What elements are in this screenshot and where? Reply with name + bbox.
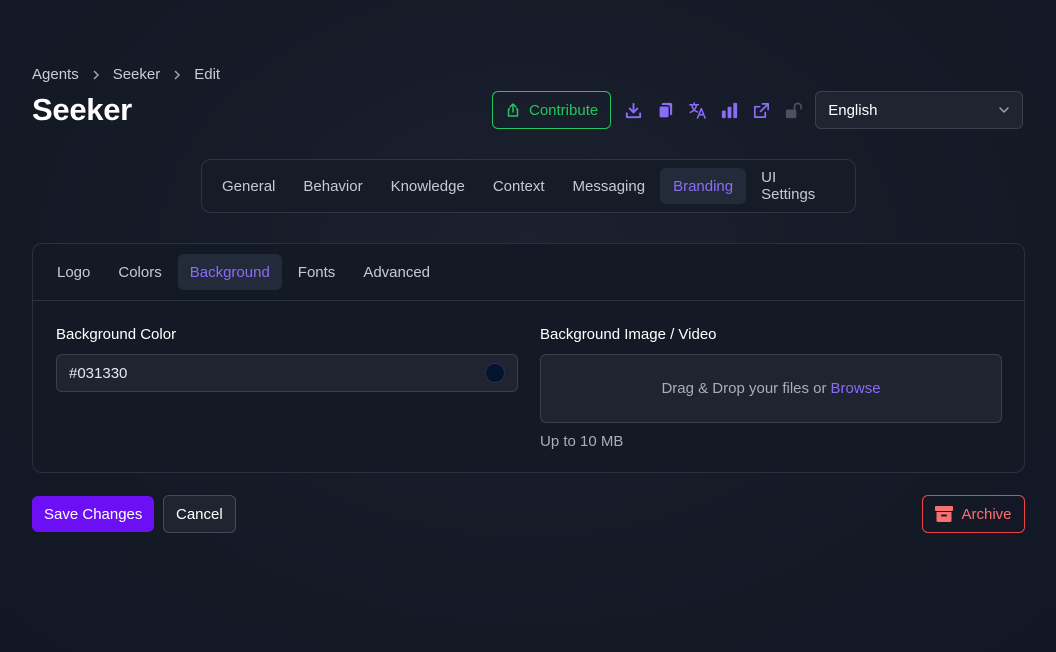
language-value: English [828,101,878,119]
tab-messaging[interactable]: Messaging [560,168,659,204]
tab-context[interactable]: Context [480,168,558,204]
chevron-right-icon [172,69,182,80]
breadcrumb-seeker[interactable]: Seeker [113,66,161,83]
unlock-icon[interactable] [783,100,803,120]
save-changes-button[interactable]: Save Changes [32,496,155,532]
upload-size-hint: Up to 10 MB [540,433,624,450]
cancel-button[interactable]: Cancel [163,495,236,533]
subtab-background[interactable]: Background [177,254,282,290]
archive-icon [935,506,954,522]
copy-icon[interactable] [655,100,675,120]
background-color-input[interactable]: #031330 [56,354,518,392]
subtab-fonts[interactable]: Fonts [286,254,348,290]
translate-icon[interactable] [687,100,707,120]
tab-ui-settings[interactable]: UI Settings [748,168,846,204]
main-tabs: General Behavior Knowledge Context Messa… [201,159,856,213]
archive-button[interactable]: Archive [922,495,1025,533]
background-color-label: Background Color [56,326,177,343]
download-icon[interactable] [623,100,643,120]
chevron-down-icon [998,104,1010,116]
subtab-advanced[interactable]: Advanced [351,254,442,290]
external-link-icon[interactable] [751,100,771,120]
tab-branding[interactable]: Branding [660,168,747,204]
share-icon [505,102,521,118]
tab-general[interactable]: General [209,168,288,204]
archive-label: Archive [961,505,1012,523]
breadcrumb-edit: Edit [194,66,221,83]
subtab-logo[interactable]: Logo [45,254,102,290]
background-color-field: Background Color #031330 [56,326,518,392]
color-swatch[interactable] [485,363,505,383]
background-color-value: #031330 [69,364,128,382]
tab-behavior[interactable]: Behavior [290,168,375,204]
page-title: Seeker [32,92,132,127]
subtab-colors[interactable]: Colors [106,254,173,290]
breadcrumb-agents[interactable]: Agents [32,66,79,83]
background-media-label: Background Image / Video [540,326,717,343]
dropzone-text: Drag & Drop your files or [661,380,827,397]
contribute-label: Contribute [529,101,599,119]
branding-card: Logo Colors Background Fonts Advanced Ba… [32,243,1025,473]
language-select[interactable]: English [815,91,1024,129]
contribute-button[interactable]: Contribute [492,91,612,129]
stats-icon[interactable] [719,100,739,120]
tab-knowledge[interactable]: Knowledge [378,168,478,204]
chevron-right-icon [91,69,101,80]
file-dropzone[interactable]: Drag & Drop your files or Browse [540,354,1002,423]
header-actions: Contribute English [492,91,1024,129]
breadcrumb: Agents Seeker Edit [32,66,220,83]
browse-link[interactable]: Browse [831,380,881,397]
background-media-field: Background Image / Video Drag & Drop you… [540,326,1002,450]
branding-sub-tabs: Logo Colors Background Fonts Advanced [33,244,1024,301]
